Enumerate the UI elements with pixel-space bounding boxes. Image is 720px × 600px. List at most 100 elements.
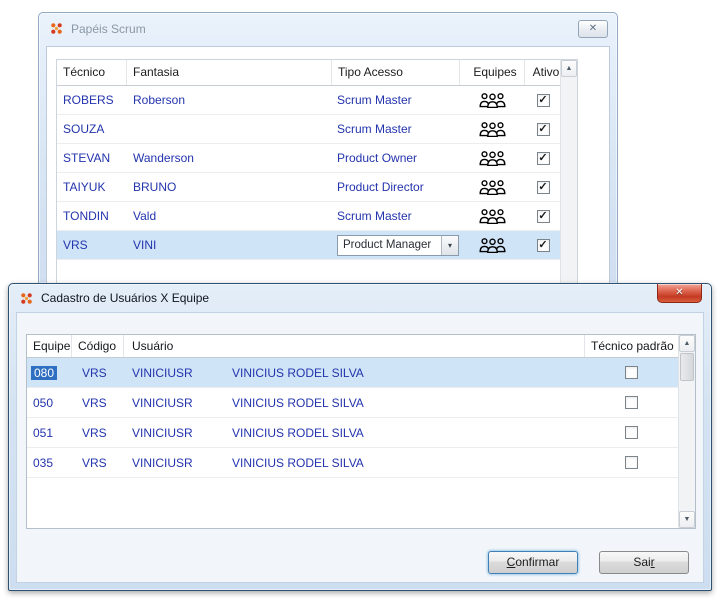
header-fantasia: Fantasia (127, 60, 332, 85)
scroll-up-button[interactable]: ▲ (679, 335, 695, 352)
grid-header-row: Equipe Código Usuário Técnico padrão (27, 335, 678, 358)
cell-equipes[interactable] (460, 208, 525, 224)
usuarios-grid: Equipe Código Usuário Técnico padrão 080… (26, 334, 696, 529)
combobox-value: Product Manager (343, 239, 432, 251)
titlebar[interactable]: Cadastro de Usuários X Equipe ✕ (9, 284, 711, 312)
header-codigo: Código (72, 335, 124, 357)
cell-tecnico: ROBERS (63, 93, 114, 107)
cell-tipo-acesso: Product Director (337, 180, 424, 194)
close-button[interactable]: ✕ (578, 20, 608, 38)
table-row[interactable]: STEVAN Wanderson Product Owner ✓ (57, 144, 561, 173)
table-row[interactable]: 050 VRS VINICIUSR VINICIUS RODEL SILVA (27, 388, 678, 418)
cell-fantasia: VINI (133, 238, 157, 252)
cell-equipes[interactable] (460, 92, 525, 108)
cell-codigo: VRS (82, 395, 107, 410)
vertical-scrollbar[interactable]: ▲ (560, 60, 577, 284)
scroll-up-button[interactable]: ▲ (561, 60, 577, 77)
header-usuario: Usuário (124, 335, 585, 357)
team-icon (479, 151, 506, 166)
vertical-scrollbar[interactable]: ▲ ▼ (678, 335, 695, 528)
cell-equipe: 051 (33, 425, 54, 440)
cell-fantasia: Wanderson (133, 151, 194, 165)
cell-usuario: VINICIUSR VINICIUS RODEL SILVA (124, 366, 585, 380)
app-icon (21, 292, 32, 304)
cell-tipo-acesso: Scrum Master (337, 122, 412, 136)
ativo-checkbox[interactable]: ✓ (536, 180, 550, 194)
cell-equipes[interactable] (460, 150, 525, 166)
cell-tecnico: TAIYUK (63, 180, 106, 194)
cell-tipo-acesso: Product Owner (337, 151, 418, 165)
app-icon (51, 23, 62, 34)
cell-equipe: 050 (33, 395, 54, 410)
papeis-grid: Técnico Fantasia Tipo Acesso Equipes Ati… (56, 59, 578, 285)
cell-fantasia: Vald (133, 209, 157, 223)
cell-codigo: VRS (82, 425, 107, 440)
check-icon: ✓ (538, 151, 548, 164)
cell-equipes[interactable] (460, 237, 525, 253)
table-row[interactable]: 051 VRS VINICIUSR VINICIUS RODEL SILVA (27, 418, 678, 448)
team-icon (479, 122, 506, 137)
chevron-down-icon[interactable]: ▾ (441, 235, 458, 255)
window-title: Papéis Scrum (71, 21, 146, 36)
usuario-nome: VINICIUS RODEL SILVA (232, 425, 364, 440)
scroll-up-icon: ▲ (683, 340, 691, 347)
table-row-selected[interactable]: 080 VRS VINICIUSR VINICIUS RODEL SILVA (27, 358, 678, 388)
table-row[interactable]: SOUZA Scrum Master ✓ (57, 115, 561, 144)
team-icon (479, 238, 506, 253)
team-icon (479, 209, 506, 224)
ativo-checkbox[interactable]: ✓ (536, 93, 550, 107)
header-equipe: Equipe (27, 335, 72, 357)
sair-button[interactable]: Sair (599, 551, 689, 574)
table-row[interactable]: 035 VRS VINICIUSR VINICIUS RODEL SILVA (27, 448, 678, 478)
header-equipes: Equipes (460, 60, 525, 85)
usuario-login: VINICIUSR (132, 455, 193, 470)
usuario-nome: VINICIUS RODEL SILVA (232, 455, 364, 470)
table-row[interactable]: TONDIN Vald Scrum Master ✓ (57, 202, 561, 231)
tecnico-padrao-checkbox[interactable] (625, 396, 638, 409)
usuario-nome: VINICIUS RODEL SILVA (232, 365, 364, 380)
scroll-down-icon: ▼ (683, 516, 691, 523)
tipo-acesso-combobox[interactable]: Product Manager ▾ (337, 234, 459, 256)
ativo-checkbox[interactable]: ✓ (536, 122, 550, 136)
table-row[interactable]: TAIYUK BRUNO Product Director ✓ (57, 173, 561, 202)
scroll-down-button[interactable]: ▼ (679, 511, 695, 528)
titlebar[interactable]: Papéis Scrum ✕ (39, 13, 617, 44)
usuario-login: VINICIUSR (132, 425, 193, 440)
cell-equipes[interactable] (460, 121, 525, 137)
cell-usuario: VINICIUSR VINICIUS RODEL SILVA (124, 456, 585, 470)
papeis-scrum-window: Papéis Scrum ✕ Técnico Fantasia Tipo Ace… (38, 12, 618, 285)
window-title: Cadastro de Usuários X Equipe (41, 291, 210, 305)
close-icon: ✕ (588, 23, 598, 34)
cell-equipe-selected[interactable]: 080 (31, 365, 58, 380)
close-button[interactable]: ✕ (657, 284, 702, 303)
cell-fantasia: BRUNO (133, 180, 177, 194)
cell-usuario: VINICIUSR VINICIUS RODEL SILVA (124, 426, 585, 440)
ativo-checkbox[interactable]: ✓ (536, 151, 550, 165)
grid-header-row: Técnico Fantasia Tipo Acesso Equipes Ati… (57, 60, 561, 86)
tecnico-padrao-checkbox[interactable] (625, 366, 638, 379)
header-tipo-acesso: Tipo Acesso (332, 60, 460, 85)
check-icon: ✓ (538, 93, 548, 106)
check-icon: ✓ (538, 238, 548, 251)
cell-tecnico: STEVAN (63, 151, 111, 165)
cell-tipo-acesso: Scrum Master (337, 93, 412, 107)
cell-tecnico: SOUZA (63, 122, 105, 136)
cell-tecnico: TONDIN (63, 209, 109, 223)
tecnico-padrao-checkbox[interactable] (625, 456, 638, 469)
scrollbar-thumb[interactable] (680, 353, 694, 381)
cell-codigo: VRS (82, 365, 107, 380)
team-icon (479, 180, 506, 195)
ativo-checkbox[interactable]: ✓ (536, 238, 550, 252)
cell-equipes[interactable] (460, 179, 525, 195)
tecnico-padrao-checkbox[interactable] (625, 426, 638, 439)
ativo-checkbox[interactable]: ✓ (536, 209, 550, 223)
check-icon: ✓ (538, 122, 548, 135)
confirmar-button[interactable]: Confirmar (488, 551, 578, 574)
table-row[interactable]: ROBERS Roberson Scrum Master ✓ (57, 86, 561, 115)
check-icon: ✓ (538, 209, 548, 222)
usuario-nome: VINICIUS RODEL SILVA (232, 395, 364, 410)
table-row-selected[interactable]: VRS VINI Product Manager ▾ ✓ (57, 231, 561, 260)
cell-fantasia: Roberson (133, 93, 186, 107)
cadastro-usuarios-equipe-window: Cadastro de Usuários X Equipe ✕ Equipe C… (8, 283, 712, 591)
usuario-login: VINICIUSR (132, 395, 193, 410)
